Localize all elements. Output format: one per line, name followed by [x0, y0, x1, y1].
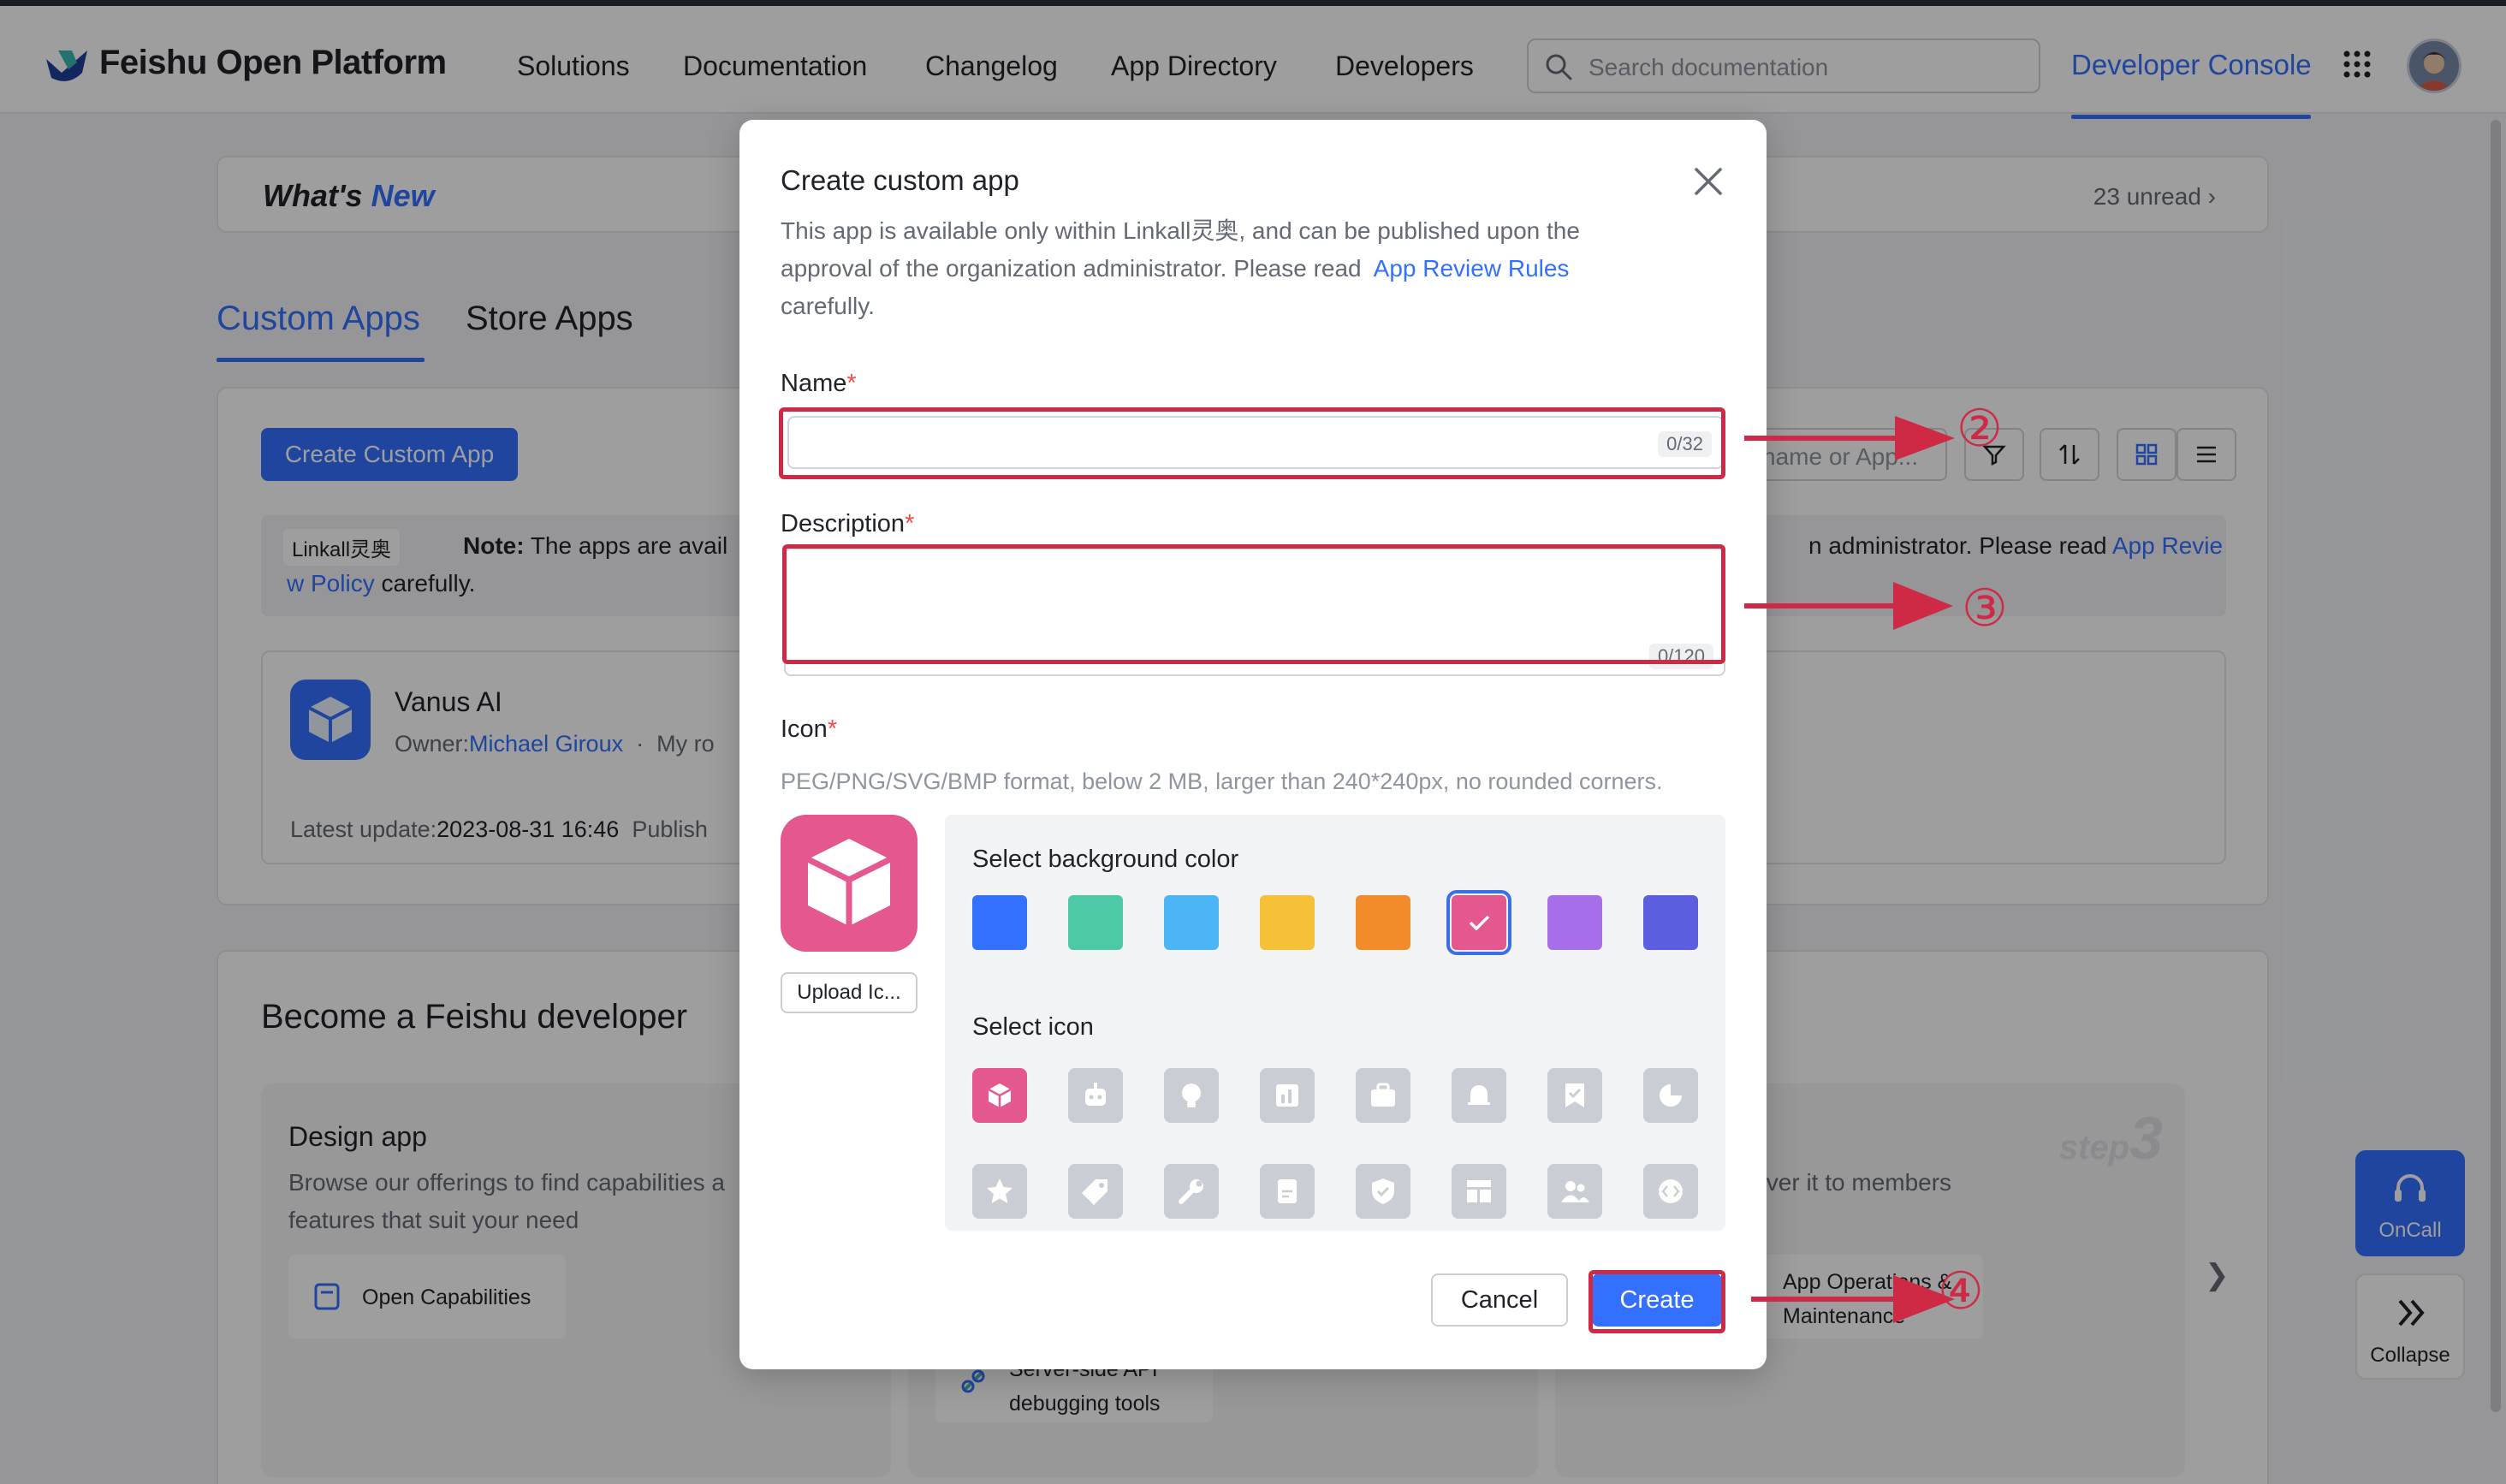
- annotation-2: ②: [1957, 399, 2003, 459]
- annotation-3: ③: [1962, 579, 2008, 638]
- annotation-arrows: [1744, 416, 1955, 1323]
- annotation-4: ④: [1938, 1261, 1984, 1321]
